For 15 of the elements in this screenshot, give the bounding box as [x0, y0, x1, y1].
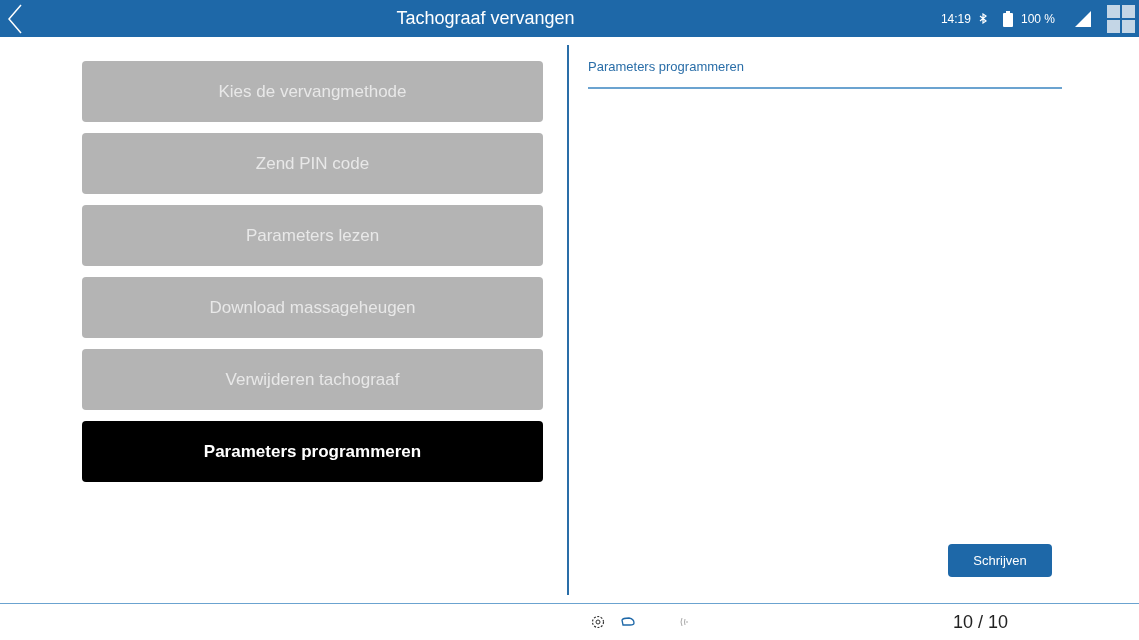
write-button[interactable]: Schrijven	[948, 544, 1052, 577]
bluetooth-icon	[978, 13, 987, 24]
back-icon	[7, 3, 23, 34]
signal-wave-icon	[679, 616, 689, 628]
settings-icon[interactable]	[591, 615, 605, 629]
battery-level: 100 %	[1020, 10, 1055, 28]
battery-icon	[1002, 10, 1013, 27]
window-title: Tachograaf vervangen	[396, 7, 575, 30]
clock-time: 14:19	[940, 10, 971, 28]
grid-menu-button[interactable]	[1107, 4, 1135, 33]
panel-title: Parameters programmeren	[588, 58, 746, 76]
signal-icon	[1075, 10, 1091, 27]
page-counter: 10 / 10	[952, 610, 1008, 634]
step-button[interactable]: Parameters programmeren	[82, 421, 543, 482]
vehicle-icon[interactable]	[621, 617, 635, 627]
